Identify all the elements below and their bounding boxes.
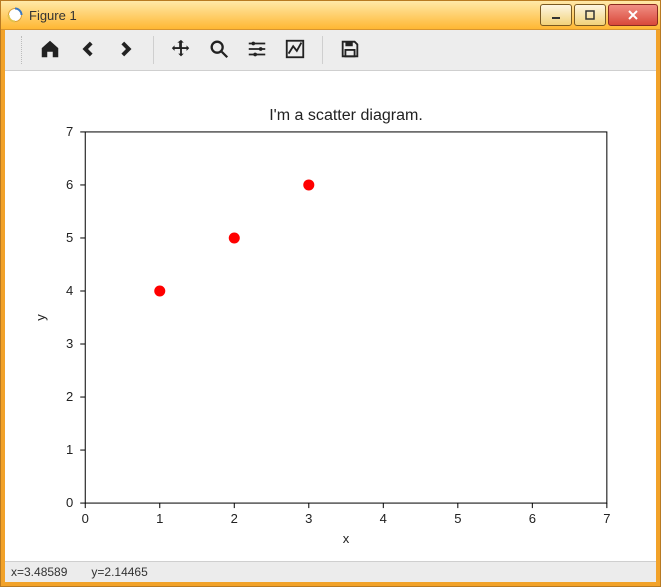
y-tick-label: 1 xyxy=(66,442,73,457)
x-tick-label: 5 xyxy=(454,511,461,526)
save-icon xyxy=(339,38,361,63)
client-area: 0 1 2 3 4 5 6 7 0 1 2 3 4 5 6 7 x y I'm a scatter diagram.… xyxy=(1,30,660,586)
plot-area[interactable]: 0 1 2 3 4 5 6 7 0 1 2 3 4 5 6 7 x y I'm a scatter diagram. xyxy=(5,71,656,561)
minimize-button[interactable] xyxy=(540,4,572,26)
save-button[interactable] xyxy=(331,34,369,66)
status-y: y=2.14465 xyxy=(91,565,147,579)
chart-line-icon xyxy=(284,38,306,63)
maximize-button[interactable] xyxy=(574,4,606,26)
forward-button[interactable] xyxy=(107,34,145,66)
status-x: x=3.48589 xyxy=(11,565,67,579)
y-tick-label: 3 xyxy=(66,336,73,351)
app-window: Figure 1 0 1 2 3 4 5 6 7 0 1 2 3 4 5 6 7 x y I'm a scatter… xyxy=(0,0,661,587)
configure-button[interactable] xyxy=(238,34,276,66)
window-title: Figure 1 xyxy=(29,8,538,23)
arrow-right-icon xyxy=(115,38,137,63)
data-point xyxy=(154,285,165,296)
toolbar-grip[interactable] xyxy=(21,36,23,64)
x-tick-label: 1 xyxy=(156,511,163,526)
close-button[interactable] xyxy=(608,4,658,26)
zoom-button[interactable] xyxy=(200,34,238,66)
titlebar[interactable]: Figure 1 xyxy=(1,1,660,30)
y-tick-label: 2 xyxy=(66,389,73,404)
y-tick-label: 4 xyxy=(66,283,73,298)
statusbar: x=3.48589 y=2.14465 xyxy=(5,561,656,582)
app-icon xyxy=(7,7,23,23)
data-point xyxy=(229,232,240,243)
zoom-icon xyxy=(208,38,230,63)
y-tick-label: 5 xyxy=(66,230,73,245)
chart-title: I'm a scatter diagram. xyxy=(269,106,423,124)
pan-button[interactable] xyxy=(162,34,200,66)
home-button[interactable] xyxy=(31,34,69,66)
move-icon xyxy=(170,38,192,63)
edit-axis-button[interactable] xyxy=(276,34,314,66)
chart-svg: 0 1 2 3 4 5 6 7 0 1 2 3 4 5 6 7 x y I'm a scatter diagram. xyxy=(5,71,656,561)
arrow-left-icon xyxy=(77,38,99,63)
x-tick-label: 7 xyxy=(603,511,610,526)
x-tick-label: 3 xyxy=(305,511,312,526)
toolbar-separator xyxy=(322,36,323,64)
x-tick-label: 0 xyxy=(82,511,89,526)
toolbar-separator xyxy=(153,36,154,64)
x-axis-label: x xyxy=(343,531,350,546)
x-tick-label: 2 xyxy=(231,511,238,526)
window-buttons xyxy=(538,4,658,26)
y-axis-label: y xyxy=(33,314,48,321)
x-tick-label: 4 xyxy=(380,511,387,526)
home-icon xyxy=(39,38,61,63)
x-tick-label: 6 xyxy=(529,511,536,526)
toolbar xyxy=(5,30,656,71)
back-button[interactable] xyxy=(69,34,107,66)
y-tick-label: 7 xyxy=(66,124,73,139)
y-tick-label: 0 xyxy=(66,495,73,510)
y-tick-label: 6 xyxy=(66,177,73,192)
data-point xyxy=(303,179,314,190)
sliders-icon xyxy=(246,38,268,63)
